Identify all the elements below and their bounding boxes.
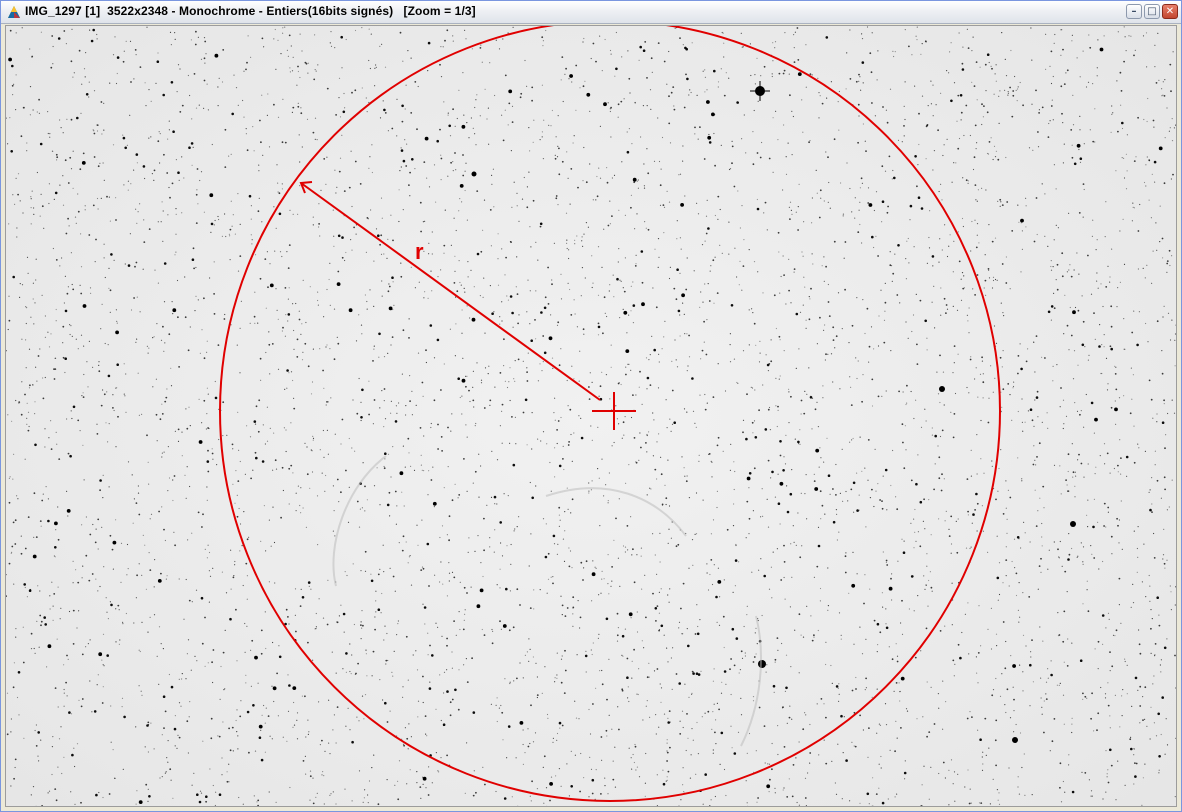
bright-star	[1070, 521, 1076, 527]
close-button[interactable]: ✕	[1162, 4, 1178, 19]
image-window: IMG_1297 [1] 3522x2348 - Monochrome - En…	[0, 0, 1182, 812]
maximize-button[interactable]: □	[1144, 4, 1160, 19]
title-bar[interactable]: IMG_1297 [1] 3522x2348 - Monochrome - En…	[1, 1, 1181, 24]
prism-app-icon	[8, 6, 20, 18]
minimize-icon: –	[1131, 5, 1137, 17]
image-canvas[interactable]: r	[5, 25, 1177, 807]
bright-star	[939, 386, 945, 392]
close-icon: ✕	[1165, 5, 1175, 17]
bright-star	[1012, 737, 1018, 743]
sky-background	[6, 26, 1176, 806]
radius-label: r	[415, 239, 424, 264]
window-title: IMG_1297 [1] 3522x2348 - Monochrome - En…	[25, 4, 476, 18]
star-field-image: r	[6, 26, 1176, 806]
bright-star	[471, 171, 477, 177]
minimize-button[interactable]: –	[1126, 4, 1142, 19]
maximize-icon: □	[1147, 5, 1157, 17]
